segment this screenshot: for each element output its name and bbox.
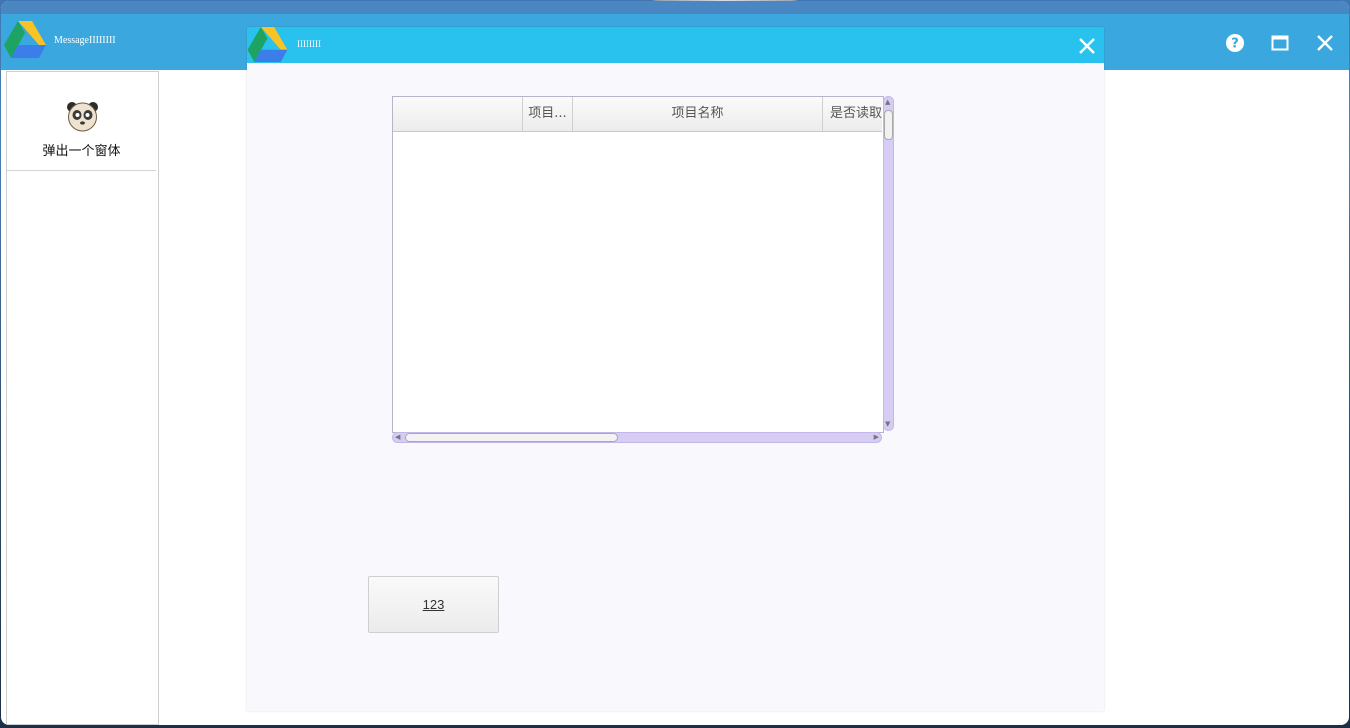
- drive-logo-icon: [247, 27, 288, 63]
- horizontal-scroll-thumb[interactable]: [405, 433, 618, 442]
- close-icon: [1079, 38, 1095, 54]
- dialog-titlebar[interactable]: [247, 27, 1104, 63]
- help-button[interactable]: ?: [1220, 28, 1250, 58]
- scroll-down-icon[interactable]: ▼: [885, 420, 890, 429]
- help-icon: ?: [1226, 34, 1244, 52]
- close-button[interactable]: [1310, 28, 1340, 58]
- grid-header: 项目... 项目名称 是否读取: [393, 97, 882, 132]
- column-header-read[interactable]: 是否读取: [823, 97, 882, 131]
- close-icon: [1317, 35, 1333, 51]
- data-grid[interactable]: 项目... 项目名称 是否读取: [392, 96, 884, 433]
- svg-text:?: ?: [1231, 37, 1239, 52]
- column-header[interactable]: [393, 97, 523, 131]
- vertical-scrollbar[interactable]: ▲ ▼: [883, 96, 894, 431]
- sidebar-item-popup-window[interactable]: 弹出一个窗体: [7, 72, 156, 171]
- scroll-left-icon[interactable]: ◀: [395, 433, 400, 442]
- main-window-title: MessageIIIIIIII: [54, 35, 116, 46]
- desktop-strip: [1, 1, 1349, 15]
- dialog-window: IIIIIIII 项目... 项目名称 是否读取 ▲ ▼ ◀ ▶ 123: [247, 27, 1104, 711]
- sidebar: 弹出一个窗体: [6, 71, 159, 725]
- column-header-project-short[interactable]: 项目...: [523, 97, 573, 131]
- column-header-project-name[interactable]: 项目名称: [573, 97, 823, 131]
- vertical-scroll-thumb[interactable]: [884, 110, 893, 140]
- dialog-close-button[interactable]: [1073, 32, 1101, 60]
- sidebar-item-label: 弹出一个窗体: [42, 144, 121, 159]
- horizontal-scrollbar[interactable]: ◀ ▶: [392, 432, 882, 443]
- panda-icon: [67, 102, 98, 132]
- drive-logo-icon: [4, 21, 46, 58]
- maximize-icon: [1271, 35, 1289, 51]
- scroll-right-icon[interactable]: ▶: [874, 433, 879, 442]
- action-button[interactable]: 123: [368, 576, 499, 633]
- maximize-button[interactable]: [1265, 28, 1295, 58]
- scroll-up-icon[interactable]: ▲: [885, 98, 890, 107]
- dialog-title: IIIIIIII: [297, 39, 321, 49]
